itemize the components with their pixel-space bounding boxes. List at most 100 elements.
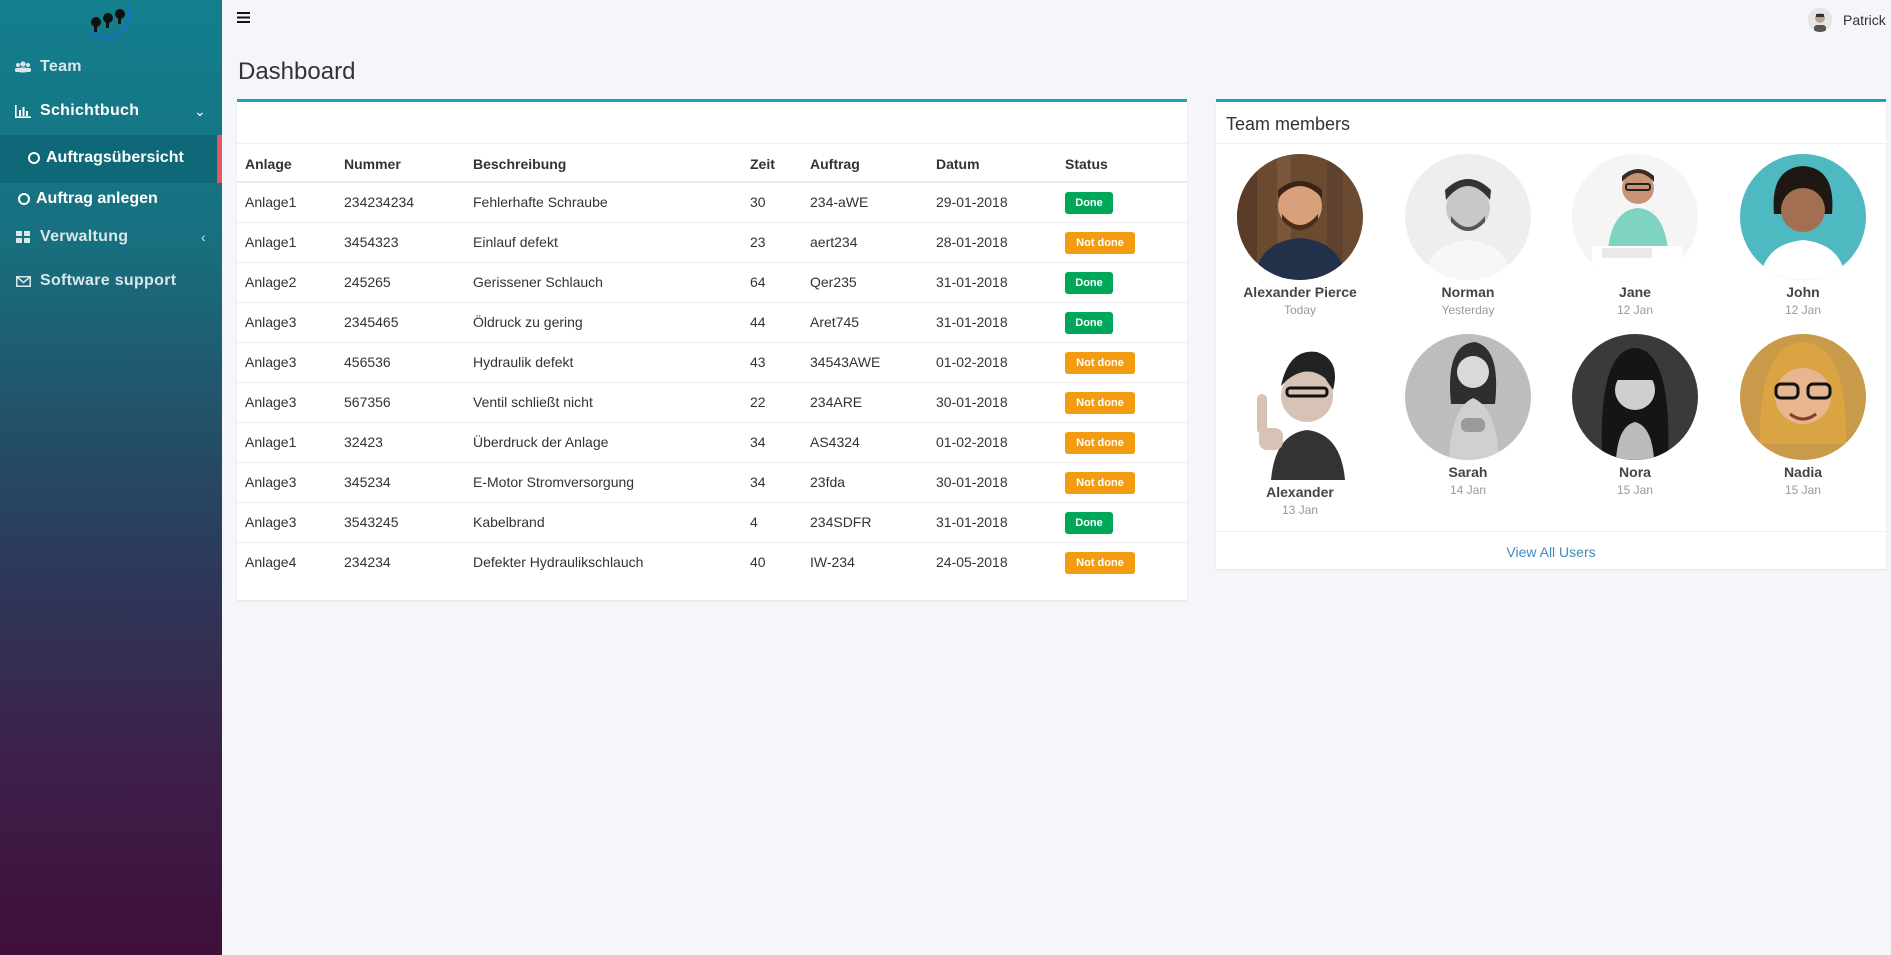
- member-name: Nora: [1619, 464, 1651, 480]
- sidebar-item-label: Software support: [40, 272, 177, 289]
- sidebar-item-auftragsuebersicht[interactable]: Auftragsübersicht: [0, 135, 222, 183]
- cell-datum: 28-01-2018: [936, 234, 1008, 250]
- cell-zeit: 34: [750, 434, 766, 450]
- member-name: Sarah: [1448, 464, 1488, 480]
- table-row[interactable]: Anlage4 234234 Defekter Hydraulikschlauch 4…: [237, 543, 1187, 583]
- team-member[interactable]: Jane 12 Jan: [1570, 154, 1700, 317]
- cell-beschreibung: Fehlerhafte Schraube: [473, 194, 608, 210]
- table-row[interactable]: Anlage3 345234 E-Motor Stromversorgung 34 23…: [237, 463, 1187, 503]
- table-row[interactable]: Anlage1 234234234 Fehlerhafte Schraube 30 23…: [237, 183, 1187, 223]
- avatar[interactable]: [1237, 334, 1363, 480]
- cell-anlage: Anlage1: [245, 434, 297, 450]
- cell-anlage: Anlage3: [245, 474, 297, 490]
- sidebar-item-software-support[interactable]: Software support: [0, 263, 222, 299]
- avatar[interactable]: [1572, 334, 1698, 460]
- avatar[interactable]: [1572, 154, 1698, 280]
- member-date: 12 Jan: [1784, 303, 1822, 317]
- table-header: Anlage Nummer Beschreibung Zeit Auftrag …: [237, 143, 1187, 183]
- avatar[interactable]: [1405, 334, 1531, 460]
- table-row[interactable]: Anlage3 567356 Ventil schließt nicht 22 234A…: [237, 383, 1187, 423]
- cell-beschreibung: Gerissener Schlauch: [473, 274, 603, 290]
- circle-icon: [28, 152, 40, 164]
- column-header[interactable]: Nummer: [344, 156, 401, 172]
- member-name: Alexander: [1266, 484, 1334, 500]
- column-header[interactable]: Datum: [936, 156, 980, 172]
- sidebar-item-verwaltung[interactable]: Verwaltung ‹: [0, 219, 222, 255]
- column-header[interactable]: Zeit: [750, 156, 775, 172]
- team-member[interactable]: Alexander Pierce Today: [1235, 154, 1365, 317]
- cell-nummer: 234234: [344, 554, 391, 570]
- table-row[interactable]: Anlage2 245265 Gerissener Schlauch 64 Qer235…: [237, 263, 1187, 303]
- member-name: Nadia: [1783, 464, 1823, 480]
- sidebar-item-label: Auftrag anlegen: [36, 190, 158, 207]
- avatar[interactable]: [1740, 334, 1866, 460]
- cell-nummer: 2345465: [344, 314, 399, 330]
- cell-zeit: 34: [750, 474, 766, 490]
- cell-datum: 31-01-2018: [936, 274, 1008, 290]
- sidebar-item-schichtbuch[interactable]: Schichtbuch ⌄: [0, 93, 222, 129]
- cell-auftrag: 234-aWE: [810, 194, 869, 210]
- team-member[interactable]: Nadia 15 Jan: [1738, 334, 1868, 497]
- status-badge: Not done: [1065, 232, 1135, 254]
- team-member[interactable]: Sarah 14 Jan: [1403, 334, 1533, 497]
- cell-auftrag: 234ARE: [810, 394, 863, 410]
- cell-datum: 31-01-2018: [936, 314, 1008, 330]
- sidebar-item-auftrag-anlegen[interactable]: Auftrag anlegen: [18, 190, 158, 208]
- team-members-card: Team members Alexander Pierce Today Norm…: [1216, 99, 1886, 569]
- topbar: [222, 0, 1891, 40]
- sidebar-item-label: Verwaltung: [40, 228, 129, 245]
- member-name: Norman: [1441, 284, 1495, 300]
- cell-anlage: Anlage3: [245, 314, 297, 330]
- avatar[interactable]: [1237, 154, 1363, 280]
- status-badge: Not done: [1065, 432, 1135, 454]
- team-member[interactable]: Nora 15 Jan: [1570, 334, 1700, 497]
- team-member[interactable]: John 12 Jan: [1738, 154, 1868, 317]
- column-header[interactable]: Auftrag: [810, 156, 860, 172]
- cell-beschreibung: Öldruck zu gering: [473, 314, 583, 330]
- cell-anlage: Anlage4: [245, 554, 297, 570]
- sidebar-item-team[interactable]: Team: [0, 49, 222, 85]
- cell-beschreibung: Ventil schließt nicht: [473, 394, 593, 410]
- status-badge: Done: [1065, 272, 1113, 294]
- logo[interactable]: [84, 0, 134, 46]
- user-name[interactable]: Patrick: [1843, 12, 1886, 28]
- team-member[interactable]: Alexander 13 Jan: [1235, 334, 1365, 517]
- sidebar: Team Schichtbuch ⌄ Auftragsübersicht Auf…: [0, 0, 222, 955]
- cell-anlage: Anlage2: [245, 274, 297, 290]
- table-row[interactable]: Anlage3 456536 Hydraulik defekt 43 34543AWE 0…: [237, 343, 1187, 383]
- cell-datum: 30-01-2018: [936, 394, 1008, 410]
- cell-nummer: 345234: [344, 474, 391, 490]
- team-member[interactable]: Norman Yesterday: [1403, 154, 1533, 317]
- status-badge: Done: [1065, 312, 1113, 334]
- cell-beschreibung: Kabelbrand: [473, 514, 545, 530]
- cell-beschreibung: Defekter Hydraulikschlauch: [473, 554, 644, 570]
- table-row[interactable]: Anlage1 32423 Überdruck der Anlage 34 AS4324…: [237, 423, 1187, 463]
- card-header: Team members: [1216, 102, 1886, 144]
- cell-anlage: Anlage3: [245, 514, 297, 530]
- cell-zeit: 22: [750, 394, 766, 410]
- card-footer: View All Users: [1216, 531, 1886, 572]
- column-header[interactable]: Status: [1065, 156, 1108, 172]
- cell-auftrag: IW-234: [810, 554, 855, 570]
- page-title: Dashboard: [238, 58, 356, 85]
- column-header[interactable]: Anlage: [245, 156, 292, 172]
- member-name: John: [1786, 284, 1820, 300]
- cell-zeit: 30: [750, 194, 766, 210]
- cell-auftrag: Aret745: [810, 314, 860, 330]
- member-date: 12 Jan: [1616, 303, 1654, 317]
- view-all-users-link[interactable]: View All Users: [1506, 544, 1595, 560]
- table-row[interactable]: Anlage1 3454323 Einlauf defekt 23 aert234 28-…: [237, 223, 1187, 263]
- cell-anlage: Anlage3: [245, 354, 297, 370]
- avatar[interactable]: [1740, 154, 1866, 280]
- cell-nummer: 3454323: [344, 234, 399, 250]
- users-icon: [14, 60, 32, 74]
- column-header[interactable]: Beschreibung: [473, 156, 566, 172]
- table-row[interactable]: Anlage3 3543245 Kabelbrand 4 234SDFR 31-01-20…: [237, 503, 1187, 543]
- avatar[interactable]: [1405, 154, 1531, 280]
- user-avatar[interactable]: [1808, 8, 1832, 32]
- circle-icon: [18, 193, 30, 205]
- table-row[interactable]: Anlage3 2345465 Öldruck zu gering 44 Aret745…: [237, 303, 1187, 343]
- member-date: 15 Jan: [1784, 483, 1822, 497]
- chevron-left-icon: ‹: [201, 229, 206, 245]
- hamburger-menu-icon[interactable]: [237, 12, 250, 23]
